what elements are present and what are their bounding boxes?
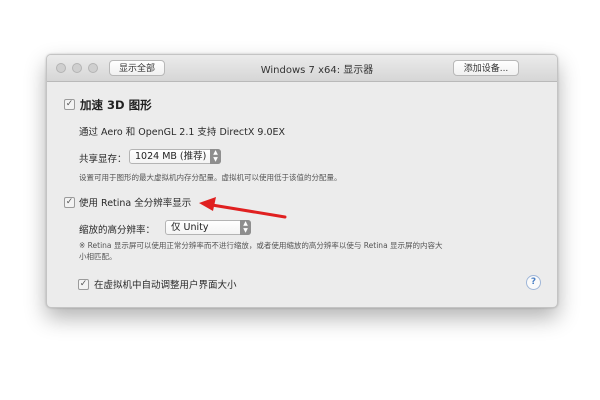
annotation-arrow xyxy=(199,197,287,219)
annotation-arrow-head xyxy=(199,197,216,211)
annotation-arrow-shaft xyxy=(210,203,287,219)
